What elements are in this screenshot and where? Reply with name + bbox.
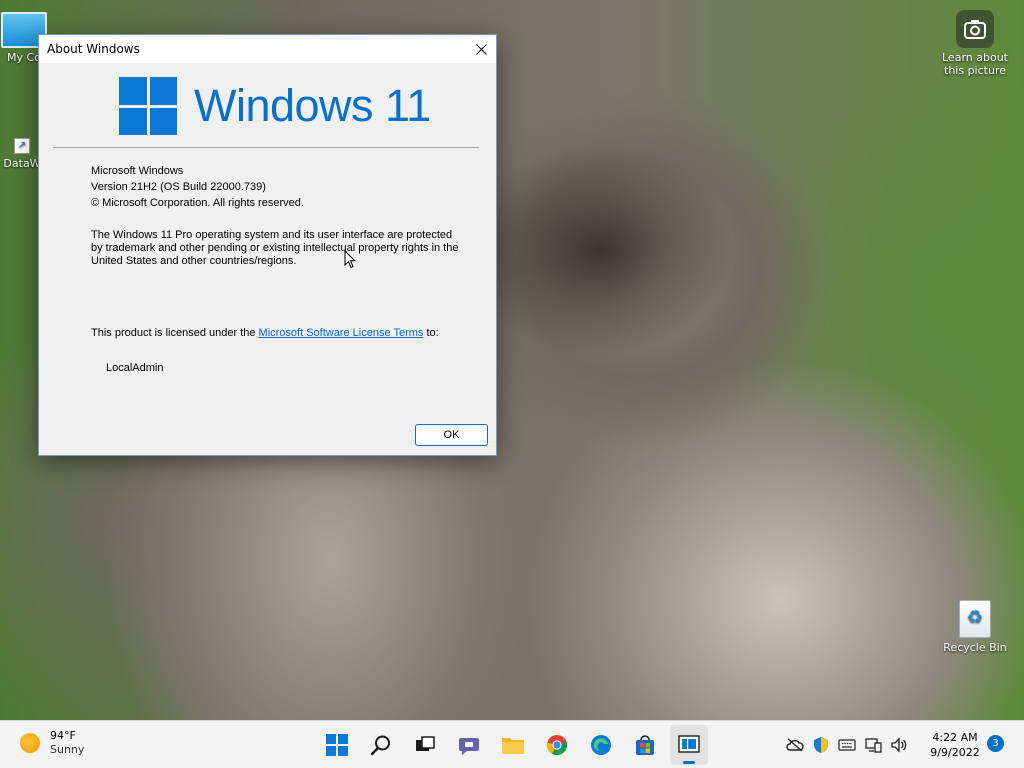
shortcut-arrow-icon: ↗ [14,138,30,154]
mouse-cursor-icon [344,250,356,269]
chat-icon [459,738,479,755]
windows-logo: Windows 11 [119,77,431,135]
desktop-icon-label: Learn about this picture [942,51,1008,77]
chat-button[interactable] [450,725,488,765]
desktop-icon-learn-about-picture[interactable]: Learn about this picture [940,10,1010,77]
desktop-icon-label: Recycle Bin [943,641,1007,654]
edge-button[interactable] [582,725,620,765]
legal-text: The Windows 11 Pro operating system and … [91,229,459,267]
license-prefix: This product is licensed under the [91,327,259,339]
windows-start-icon [326,734,348,756]
license-terms-link[interactable]: Microsoft Software License Terms [259,327,424,339]
system-tray [784,721,914,768]
network-icon[interactable] [862,734,884,756]
notification-badge[interactable]: 3 [987,735,1004,752]
close-icon [475,43,487,55]
keyboard-icon[interactable] [836,734,858,756]
edge-icon [591,735,611,755]
onedrive-offline-icon[interactable] [784,734,806,756]
divider [53,147,479,148]
store-icon [636,735,654,755]
winver-icon [678,735,700,753]
camera-icon [956,10,994,48]
sun-icon [20,733,40,753]
ok-button[interactable]: OK [415,424,488,446]
task-view-icon [416,736,435,751]
version-info: Microsoft Windows Version 21H2 (OS Build… [91,163,461,211]
taskbar: 94°F Sunny 4:22 AM 9/9/2022 [0,720,1024,768]
search-button[interactable] [362,725,400,765]
clock-time: 4:22 AM [932,731,978,744]
desktop-icon-label: DataW [3,157,41,170]
license-suffix: to: [423,327,439,339]
start-button[interactable] [318,725,356,765]
desktop-icon-label: My Co [7,51,41,64]
file-explorer-button[interactable] [494,725,532,765]
copyright-text: © Microsoft Corporation. All rights rese… [91,197,304,209]
weather-condition: Sunny [50,743,85,756]
search-icon [370,735,390,756]
clock[interactable]: 4:22 AM 9/9/2022 [920,730,990,760]
volume-icon[interactable] [888,734,910,756]
version-text: Version 21H2 (OS Build 22000.739) [91,181,266,193]
desktop-icon-recycle-bin[interactable]: ♻ Recycle Bin [942,600,1008,654]
windows-logo-icon [119,77,177,135]
taskbar-apps [318,721,714,768]
licensee-name: LocalAdmin [106,362,164,374]
close-button[interactable] [466,35,496,63]
store-button[interactable] [626,725,664,765]
weather-temperature: 94°F [50,729,76,742]
windows-logo-text: Windows 11 [194,80,431,131]
task-view-button[interactable] [406,725,444,765]
clock-date: 9/9/2022 [930,746,980,759]
about-windows-dialog: About Windows Windows 11 Microsoft Windo… [38,34,497,456]
about-windows-taskbar-button[interactable] [670,725,708,765]
chrome-icon [546,735,567,756]
security-shield-icon[interactable] [810,734,832,756]
recycle-bin-icon: ♻ [959,600,991,638]
title-bar[interactable]: About Windows [39,35,496,63]
license-text: This product is licensed under the Micro… [91,327,461,340]
folder-icon [502,738,524,754]
desktop[interactable]: My Co ↗ DataW Learn about this picture ♻… [0,0,1024,768]
weather-widget[interactable]: 94°F Sunny [20,729,84,757]
chrome-button[interactable] [538,725,576,765]
product-name: Microsoft Windows [91,165,184,177]
dialog-title: About Windows [47,42,140,56]
